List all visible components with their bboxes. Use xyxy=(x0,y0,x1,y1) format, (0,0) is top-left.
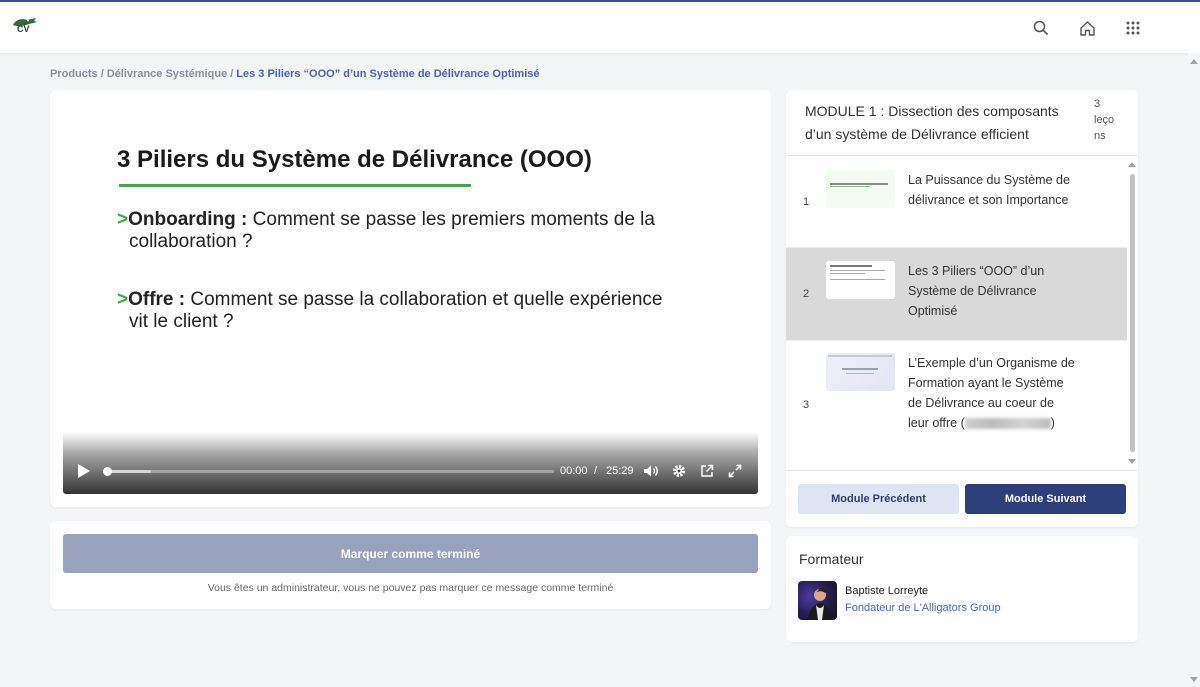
page-scroll-up-icon[interactable] xyxy=(1190,59,1198,64)
lesson-title: Les 3 Piliers “OOO” d’un Système de Déli… xyxy=(908,264,1045,318)
trainer-name: Baptiste Lorreyte xyxy=(845,585,929,597)
video-controls: 00:00 / 25:29 xyxy=(63,432,758,494)
apps-grid-icon[interactable] xyxy=(1123,18,1143,38)
top-navigation-bar: CV xyxy=(0,0,1200,53)
blurred-text xyxy=(964,418,1051,430)
bullet-text-continued: vit le client ? xyxy=(129,311,234,332)
lesson-count-line: 3 xyxy=(1094,98,1101,110)
logo-text: CV xyxy=(17,24,30,34)
search-icon[interactable] xyxy=(1031,18,1051,38)
lesson-count-line: ns xyxy=(1094,130,1106,142)
lesson-count-line: leço xyxy=(1094,114,1115,126)
trainer-card: Formateur Baptiste Lorreyte Fondateur de… xyxy=(786,536,1138,642)
volume-icon[interactable] xyxy=(643,463,659,479)
popout-icon[interactable] xyxy=(699,463,715,479)
bullet-text: Comment se passe la collaboration et que… xyxy=(185,289,663,310)
module-title: MODULE 1 : Dissection des composants d’u… xyxy=(805,103,1059,142)
lesson-thumbnail xyxy=(826,170,895,208)
lesson-scrollbar[interactable] xyxy=(1127,160,1137,466)
lesson-title: L’Exemple d’un Organisme de Formation ay… xyxy=(908,353,1078,433)
play-icon[interactable] xyxy=(77,463,91,484)
lesson-number: 1 xyxy=(803,196,810,208)
completion-card: Marquer comme terminé Vous êtes un admin… xyxy=(50,521,771,609)
breadcrumb: Products / Délivrance Systémique / Les 3 Pil… xyxy=(50,68,540,80)
fullscreen-icon[interactable] xyxy=(727,463,743,479)
bullet-arrow: > xyxy=(117,209,129,230)
lesson-number: 2 xyxy=(803,288,810,300)
scrollbar-thumb[interactable] xyxy=(1130,174,1135,452)
trainer-heading: Formateur xyxy=(799,551,864,567)
bullet-text-continued: collaboration ? xyxy=(129,231,253,252)
slide-title: 3 Piliers du Système de Délivrance (OOO) xyxy=(117,146,592,173)
trainer-role-link[interactable]: Fondateur de L'Alligators Group xyxy=(845,602,1001,614)
admin-note: Vous êtes un administrateur, vous ne pou… xyxy=(207,582,614,594)
slide-bullet: >Offre : Comment se passe la collaborati… xyxy=(117,289,737,333)
divider xyxy=(786,470,1138,471)
lesson-item[interactable]: 3 L’Exemple d’un Organisme de Formation … xyxy=(786,341,1127,470)
progress-knob[interactable] xyxy=(103,467,112,476)
lesson-list: 1 La Puissance du Système de délivrance … xyxy=(786,156,1127,470)
lesson-number: 3 xyxy=(803,399,810,411)
breadcrumb-separator: / xyxy=(230,68,234,80)
bullet-arrow: > xyxy=(117,289,129,310)
lesson-title-suffix: ) xyxy=(1050,416,1055,430)
next-module-button[interactable]: Module Suivant xyxy=(965,484,1126,514)
mark-complete-button[interactable]: Marquer comme terminé xyxy=(63,534,758,573)
progress-bar[interactable] xyxy=(103,467,554,476)
lesson-item-active[interactable]: 2 Les 3 Piliers “OOO” d’un Système de Dé… xyxy=(786,248,1127,341)
avatar xyxy=(798,581,837,620)
breadcrumb-category[interactable]: Délivrance Systémique xyxy=(107,68,227,80)
home-icon[interactable] xyxy=(1077,18,1097,38)
lesson-title: La Puissance du Système de délivrance et… xyxy=(908,173,1070,207)
scroll-up-arrow-icon[interactable] xyxy=(1128,162,1136,167)
video-card: 3 Piliers du Système de Délivrance (OOO)… xyxy=(50,90,771,507)
breadcrumb-products[interactable]: Products xyxy=(50,68,98,80)
breadcrumb-current: Les 3 Piliers “OOO” d’un Système de Déli… xyxy=(236,68,540,80)
settings-icon[interactable] xyxy=(671,463,687,479)
bullet-keyword: Onboarding : xyxy=(128,209,248,230)
lesson-thumbnail xyxy=(826,261,895,299)
lesson-count: 3 leço ns xyxy=(1094,96,1128,144)
bullet-keyword: Offre : xyxy=(128,289,186,310)
module-card: MODULE 1 : Dissection des composants d’u… xyxy=(786,90,1138,527)
lesson-thumbnail xyxy=(826,353,895,391)
page-scroll-down-icon[interactable] xyxy=(1190,677,1198,682)
current-time: 00:00 xyxy=(560,465,588,477)
breadcrumb-separator: / xyxy=(100,68,104,80)
logo[interactable]: CV xyxy=(12,16,40,38)
video-player[interactable]: 3 Piliers du Système de Délivrance (OOO)… xyxy=(63,102,758,494)
bullet-text: Comment se passe les premiers moments de… xyxy=(247,209,655,230)
progress-buffer xyxy=(107,470,151,473)
duration: 25:29 xyxy=(606,465,634,477)
lesson-item[interactable]: 1 La Puissance du Système de délivrance … xyxy=(786,156,1127,248)
slide-bullet: >Onboarding : Comment se passe les premi… xyxy=(117,209,737,253)
previous-module-button[interactable]: Module Précédent xyxy=(798,484,959,514)
slide-underline xyxy=(119,184,471,187)
page-scrollbar[interactable] xyxy=(1188,53,1200,687)
scroll-down-arrow-icon[interactable] xyxy=(1128,459,1136,464)
time-separator: / xyxy=(594,465,598,477)
